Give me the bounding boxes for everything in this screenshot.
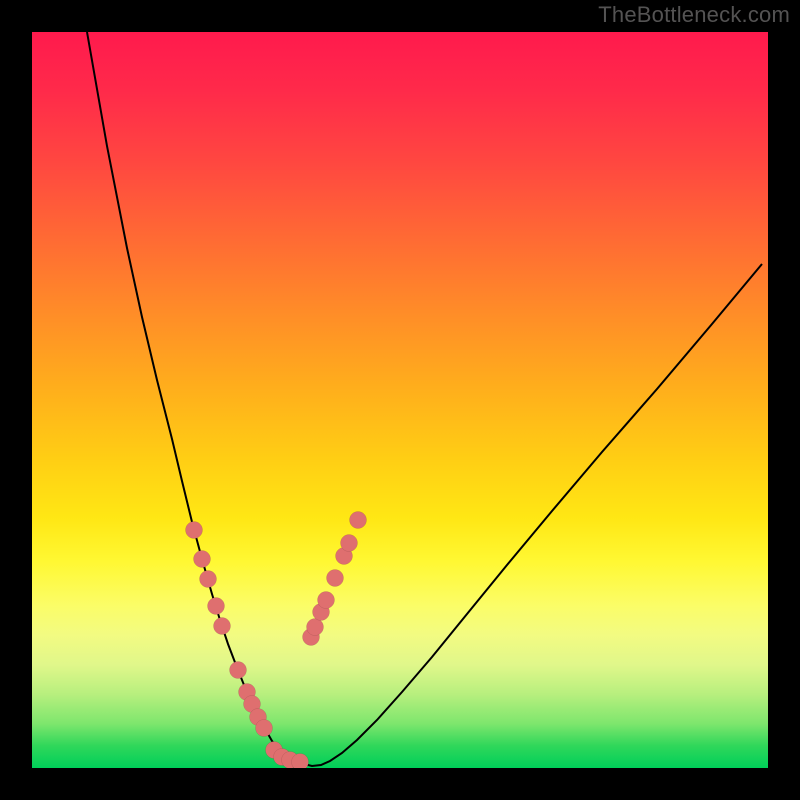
data-dot	[318, 592, 335, 609]
data-dot	[256, 720, 273, 737]
data-dot	[327, 570, 344, 587]
bottleneck-curve	[87, 32, 762, 766]
data-dot	[341, 535, 358, 552]
data-dot	[350, 512, 367, 529]
data-dot	[186, 522, 203, 539]
chart-svg	[32, 32, 768, 768]
data-dot	[208, 598, 225, 615]
data-dot	[230, 662, 247, 679]
plot-area	[32, 32, 768, 768]
data-dot	[214, 618, 231, 635]
watermark-text: TheBottleneck.com	[598, 2, 790, 28]
chart-frame: TheBottleneck.com	[0, 0, 800, 800]
data-dot	[307, 619, 324, 636]
data-dot	[200, 571, 217, 588]
data-dots-group	[186, 512, 367, 769]
data-dot	[292, 754, 309, 769]
data-dot	[194, 551, 211, 568]
